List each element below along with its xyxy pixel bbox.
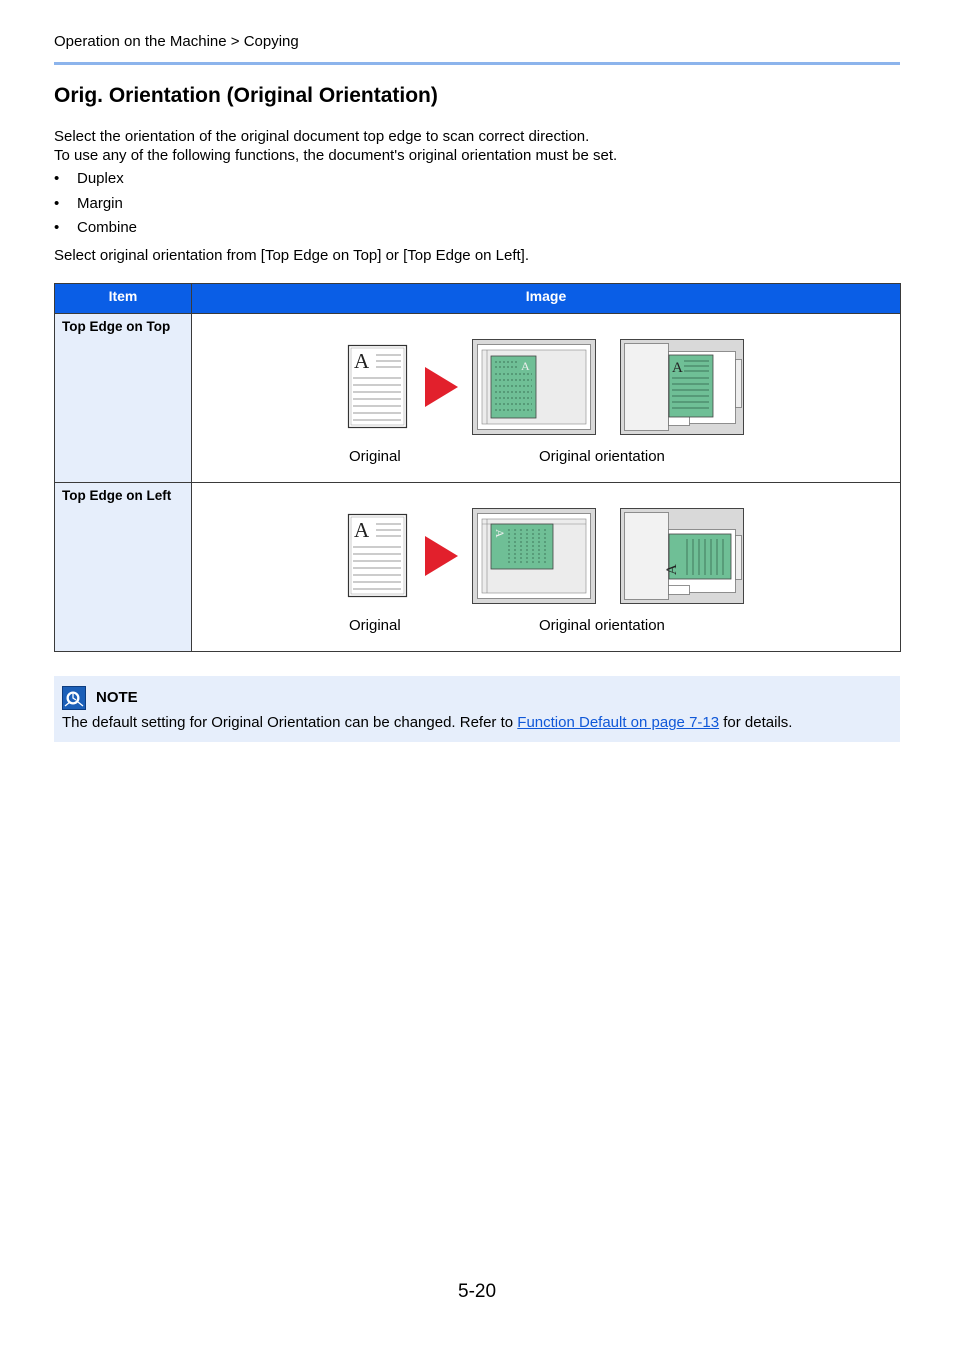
note-text-before: The default setting for Original Orienta… xyxy=(62,714,518,731)
list-item-label: Duplex xyxy=(77,170,124,187)
glyph-label: A xyxy=(493,529,507,538)
breadcrumb: Operation on the Machine > Copying xyxy=(54,33,299,50)
intro-line-2: To use any of the following functions, t… xyxy=(54,147,618,164)
intro-text: Select the orientation of the original d… xyxy=(54,127,617,165)
column-header-image: Image xyxy=(191,283,901,314)
note-icon xyxy=(62,686,86,710)
document-processor-icon: A xyxy=(620,508,744,604)
note-box: NOTE The default setting for Original Or… xyxy=(54,676,900,742)
document-processor-icon: A xyxy=(620,339,744,435)
original-document-icon: A xyxy=(347,513,408,598)
list-item-label: Margin xyxy=(77,194,123,212)
select-instruction: Select original orientation from [Top Ed… xyxy=(54,247,530,264)
page-title: Orig. Orientation (Original Orientation) xyxy=(54,84,438,107)
note-text-after: for details. xyxy=(719,714,793,731)
glyph-label: A xyxy=(664,564,680,575)
glyph-label: A xyxy=(354,518,370,542)
image-cell: A A A Original Original orientation xyxy=(191,313,901,483)
caption-original-orientation: Original orientation xyxy=(539,448,665,465)
orientation-table: Item Image Top Edge on Top A A A Origina… xyxy=(54,283,901,652)
column-header-item: Item xyxy=(54,283,192,314)
table-row: Top Edge on Left A A A Original Original… xyxy=(54,482,901,652)
image-cell: A A A Original Original orientation xyxy=(191,482,901,652)
arrow-right-icon xyxy=(425,536,458,576)
original-document-icon: A xyxy=(347,344,408,429)
page-number: 5-20 xyxy=(458,1281,497,1302)
bullet-icon: • xyxy=(54,219,60,236)
glyph-label: A xyxy=(672,360,683,376)
caption-original: Original xyxy=(349,448,401,465)
list-item: • Combine xyxy=(54,219,137,244)
note-label: NOTE xyxy=(96,689,138,706)
list-item-label: Combine xyxy=(77,219,138,236)
function-default-link[interactable]: Function Default on page 7-13 xyxy=(517,714,719,731)
arrow-right-icon xyxy=(425,367,458,407)
table-row: Top Edge on Top A A A Original Original … xyxy=(54,313,901,483)
list-item: • Margin xyxy=(54,195,137,220)
glyph-label: A xyxy=(354,349,370,373)
note-text: The default setting for Original Orienta… xyxy=(62,714,792,731)
table-header-row: Item Image xyxy=(54,283,901,314)
bullet-icon: • xyxy=(54,194,60,212)
function-list: • Duplex • Margin • Combine xyxy=(54,170,137,244)
glyph-label: A xyxy=(521,359,530,373)
header-rule xyxy=(54,62,900,65)
item-top-edge-on-top: Top Edge on Top xyxy=(54,313,192,483)
intro-line-1: Select the orientation of the original d… xyxy=(54,128,590,145)
platen-icon: A xyxy=(472,339,596,435)
list-item: • Duplex xyxy=(54,170,137,195)
bullet-icon: • xyxy=(54,170,60,187)
caption-original-orientation: Original orientation xyxy=(539,617,665,634)
platen-icon: A xyxy=(472,508,596,604)
item-top-edge-on-left: Top Edge on Left xyxy=(54,482,192,652)
caption-original: Original xyxy=(349,617,401,634)
